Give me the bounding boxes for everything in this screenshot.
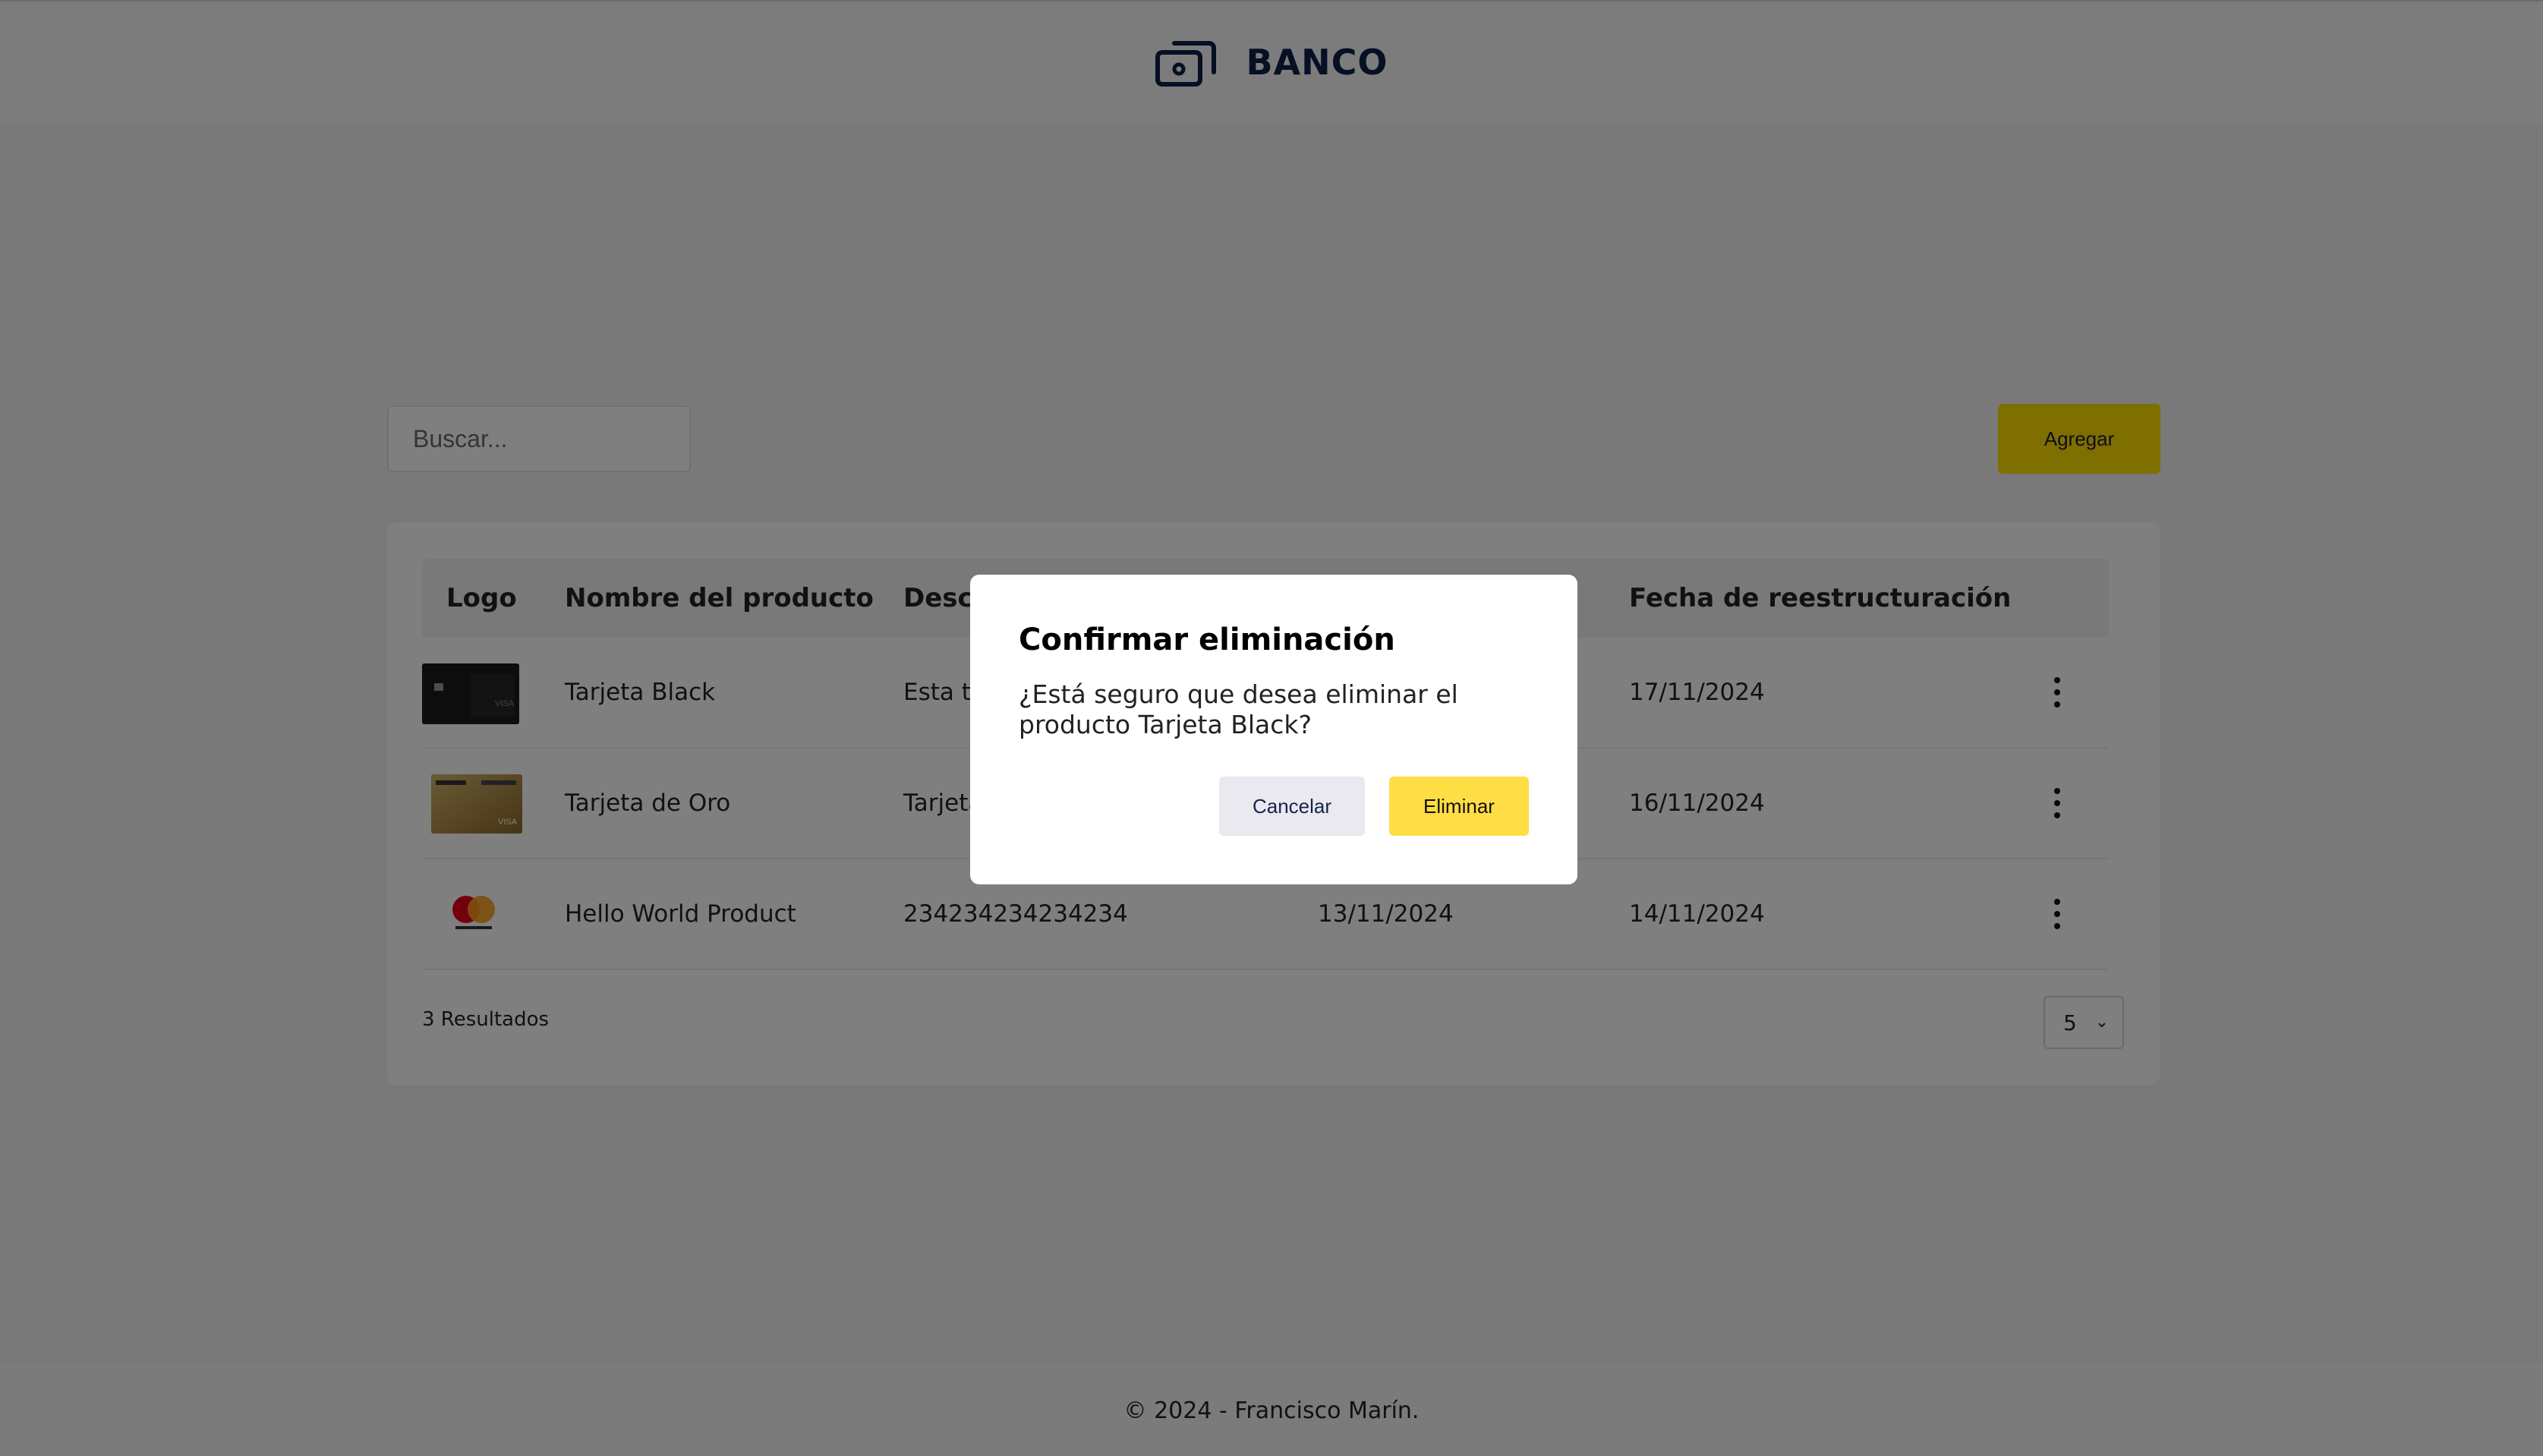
confirm-delete-dialog: Confirmar eliminación ¿Está seguro que d… [970, 575, 1577, 884]
cancel-button[interactable]: Cancelar [1219, 777, 1365, 836]
dialog-message: ¿Está seguro que desea eliminar el produ… [1019, 679, 1458, 739]
delete-button[interactable]: Eliminar [1389, 777, 1529, 836]
dialog-title: Confirmar eliminación [1019, 622, 1395, 657]
